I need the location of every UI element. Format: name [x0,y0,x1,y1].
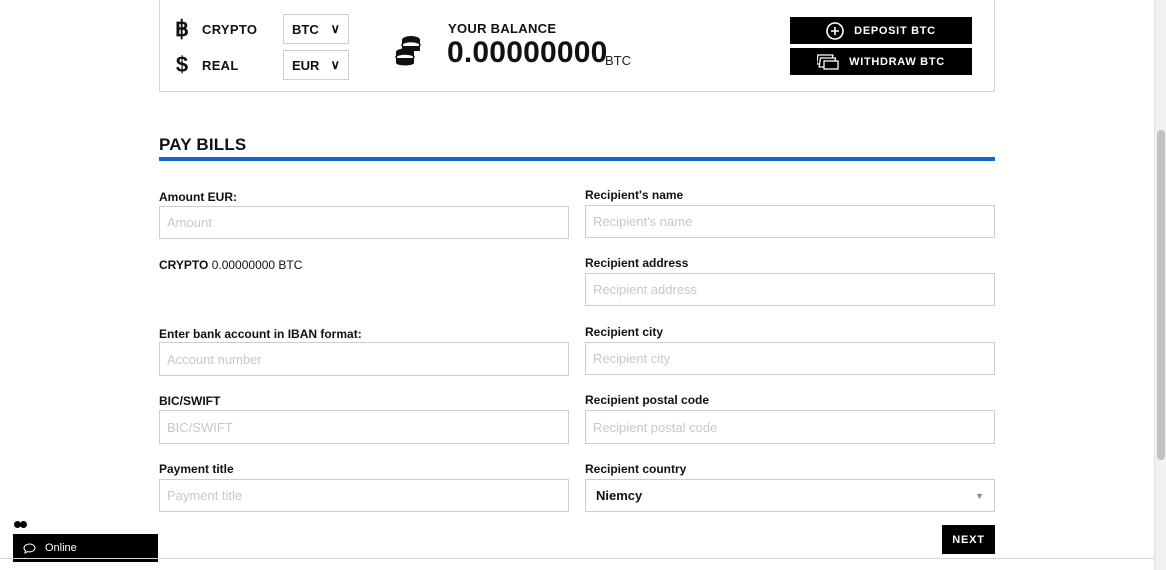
chat-bubble-icon [23,542,36,554]
bitcoin-icon: ฿ [175,16,189,41]
recipient-address-label: Recipient address [585,256,689,270]
recipient-postal-label: Recipient postal code [585,393,710,407]
vertical-scrollbar[interactable] [1154,0,1166,570]
dollar-icon: $ [175,52,189,77]
coins-icon [395,36,421,66]
balance-value: 0.00000000 [447,36,608,69]
chat-status-text: Online [45,542,77,554]
crypto-selected-value: BTC [292,21,319,37]
crypto-currency-select[interactable]: BTC ∨ [283,14,349,44]
crypto-label: CRYPTO [202,21,258,37]
scrollbar-thumb[interactable] [1157,130,1165,460]
recipient-name-label: Recipient's name [585,188,684,202]
amount-label: Amount EUR: [159,190,237,204]
recipient-address-input[interactable] [585,273,995,306]
deposit-button[interactable]: DEPOSIT BTC [790,17,972,44]
chat-logo-icon [14,521,27,528]
withdraw-label: WITHDRAW BTC [849,55,945,68]
page-title: PAY BILLS [159,135,247,154]
recipient-city-label: Recipient city [585,325,664,339]
plus-circle-icon [826,21,844,40]
real-label: REAL [202,57,239,73]
iban-label: Enter bank account in IBAN format: [159,327,362,341]
next-button[interactable]: NEXT [942,525,995,554]
balance-panel: ฿ CRYPTO BTC ∨ $ REAL EUR ∨ YOUR BALANCE… [159,0,995,92]
recipient-country-value: Niemcy [596,488,643,503]
recipient-postal-input[interactable] [585,410,995,444]
balance-unit: BTC [605,53,631,68]
caret-down-icon: ▼ [975,490,984,501]
bic-input[interactable] [159,410,569,444]
bic-label: BIC/SWIFT [159,394,221,408]
crypto-amount-value: 0.00000000 BTC [211,258,303,272]
section-divider [159,157,995,161]
crypto-strong-label: CRYPTO [159,258,209,272]
real-currency-select[interactable]: EUR ∨ [283,50,349,80]
chevron-down-icon: ∨ [330,57,340,72]
real-selected-value: EUR [292,57,320,73]
page-bottom-divider [0,558,1154,559]
payment-title-label: Payment title [159,462,234,476]
balance-label: YOUR BALANCE [448,21,557,36]
chevron-down-icon: ∨ [330,21,340,36]
real-currency-row: $ REAL EUR ∨ [172,50,349,80]
deposit-label: DEPOSIT BTC [854,24,936,37]
crypto-amount-text: CRYPTO 0.00000000 BTC [159,258,302,272]
payment-title-input[interactable] [159,479,569,512]
recipient-country-label: Recipient country [585,462,687,476]
iban-input[interactable] [159,342,569,376]
recipient-name-input[interactable] [585,205,995,238]
cash-icon [817,53,839,70]
recipient-country-select[interactable]: Niemcy ▼ [585,479,995,512]
crypto-currency-row: ฿ CRYPTO BTC ∨ [172,14,349,44]
recipient-city-input[interactable] [585,342,995,375]
amount-input[interactable] [159,206,569,239]
withdraw-button[interactable]: WITHDRAW BTC [790,48,972,75]
